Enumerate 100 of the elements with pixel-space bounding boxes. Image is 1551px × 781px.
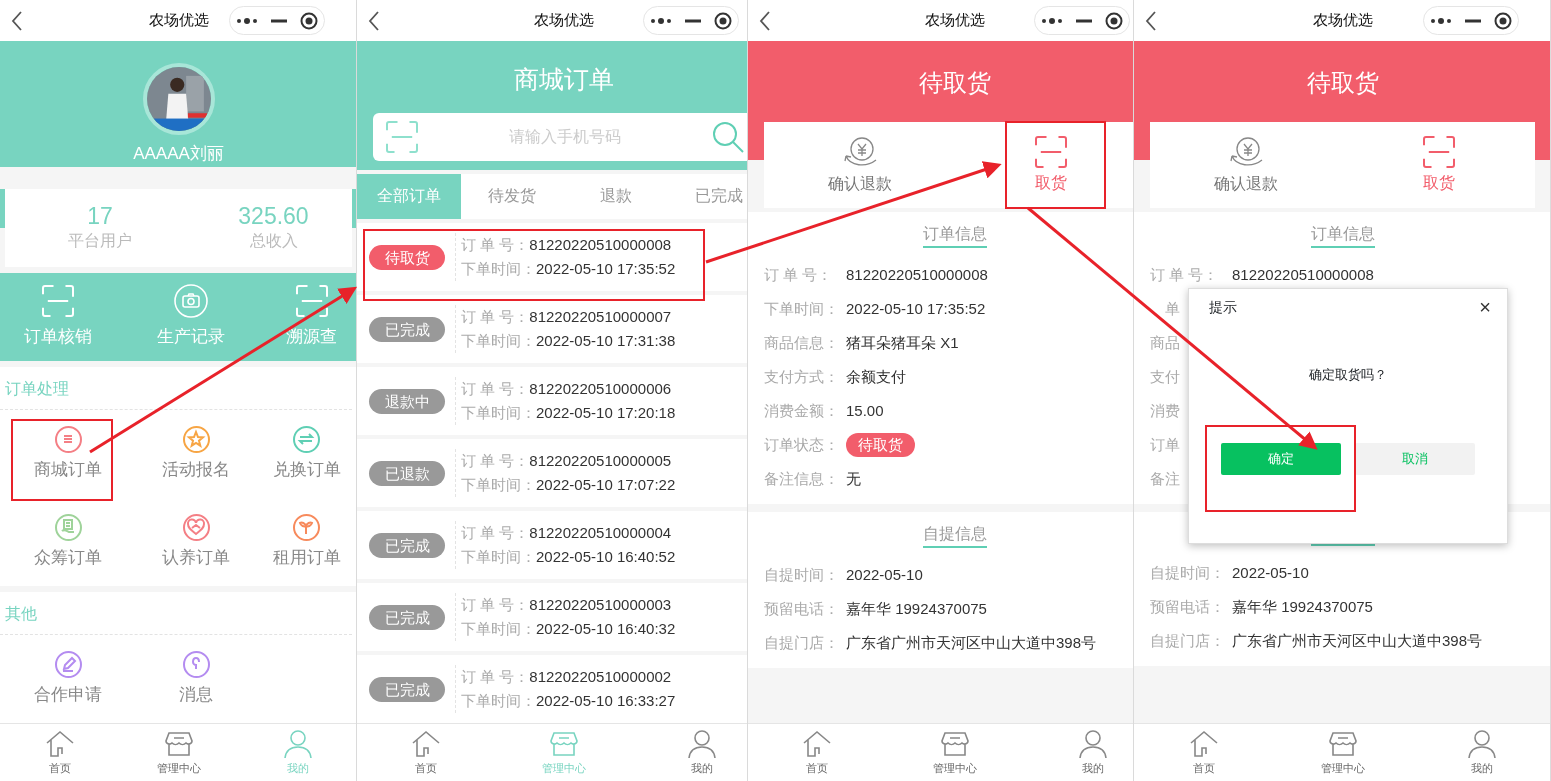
dialog-title: 提示	[1209, 297, 1237, 317]
field-value: 无	[846, 468, 861, 489]
order-number: 81220220510000005	[529, 452, 672, 469]
field-label: 自提门店：	[764, 632, 840, 653]
field-value: 15.00	[846, 400, 884, 421]
target-icon	[1104, 11, 1123, 30]
tab-bar-item[interactable]: 管理中心	[1273, 724, 1412, 781]
field-label: 支付	[1150, 366, 1181, 387]
tab-bar-item[interactable]: 我的	[633, 724, 747, 781]
field-label: 消费金额：	[764, 400, 840, 421]
action-button[interactable]: 确认退款	[1150, 122, 1343, 208]
field-label: 下单时间：	[461, 692, 536, 709]
action-button[interactable]: 取货	[1342, 122, 1535, 208]
status-badge: 待取货	[846, 433, 915, 457]
tab-bar-item[interactable]: 我的	[1412, 724, 1550, 781]
menu-item[interactable]: 合作申请	[0, 635, 136, 723]
field-value: 81220220510000008	[1232, 264, 1374, 285]
tab-bar-item[interactable]: 首页	[0, 724, 119, 781]
field-value: 余额支付	[846, 366, 906, 387]
menu-item[interactable]: 众筹订单	[0, 498, 136, 586]
menu-item[interactable]: 商城订单	[0, 410, 136, 498]
order-number: 81220220510000004	[529, 524, 672, 541]
order-time: 2022-05-10 17:31:38	[536, 332, 676, 349]
target-icon	[713, 11, 732, 30]
field-value: 2022-05-10 17:35:52	[846, 298, 986, 319]
field-value: 2022-05-10	[846, 564, 923, 585]
field-label: 自提时间：	[764, 564, 840, 585]
field-label: 商品信息：	[764, 332, 840, 353]
capsule-button[interactable]	[1423, 6, 1519, 35]
capsule-button[interactable]	[643, 6, 739, 35]
target-icon	[1493, 11, 1512, 30]
field-label: 下单时间：	[461, 620, 536, 637]
order-time: 2022-05-10 16:40:32	[536, 620, 676, 637]
back-icon[interactable]	[758, 9, 772, 32]
section-title: 订单处理	[0, 367, 352, 410]
order-time: 2022-05-10 16:40:52	[536, 548, 676, 565]
scan-icon	[41, 284, 75, 318]
section-title: 订单信息	[1310, 222, 1375, 248]
minimize-icon	[271, 18, 287, 23]
more-icon	[236, 16, 259, 25]
menu-item[interactable]: 消息	[136, 635, 256, 723]
field-label: 订 单 号：	[461, 596, 530, 613]
page-title: 待取货	[1305, 68, 1380, 98]
field-label: 下单时间：	[461, 260, 536, 277]
back-icon[interactable]	[367, 9, 381, 32]
field-label: 下单时间：	[461, 332, 536, 349]
home-icon	[1188, 728, 1219, 759]
minimize-icon	[1076, 18, 1092, 23]
person-icon	[1466, 728, 1497, 759]
menu-item[interactable]: 活动报名	[136, 410, 256, 498]
action-button[interactable]: 取货	[955, 122, 1133, 208]
field-label: 自提时间：	[1150, 562, 1226, 583]
close-button[interactable]: ×	[1475, 292, 1495, 322]
menu-item[interactable]: 认养订单	[136, 498, 256, 586]
target-icon	[299, 11, 318, 30]
section-title: 其他	[0, 592, 352, 635]
section-title: 订单信息	[923, 222, 987, 248]
field-label: 备注信息：	[764, 468, 840, 489]
field-label: 消费	[1150, 400, 1181, 421]
scan-icon	[294, 284, 329, 318]
window-title: 农场优选	[925, 10, 985, 31]
status-badge: 待取货	[369, 244, 445, 270]
tab-bar-item[interactable]: 首页	[357, 724, 495, 781]
tab-bar-item[interactable]: 管理中心	[119, 724, 238, 781]
field-label: 订单状态：	[764, 434, 840, 455]
tab-bar-item[interactable]: 首页	[1134, 724, 1273, 781]
back-icon[interactable]	[10, 9, 24, 32]
order-time: 2022-05-10 17:35:52	[536, 260, 676, 277]
order-time: 2022-05-10 17:20:18	[536, 404, 676, 421]
tab-bar-item[interactable]: 首页	[748, 724, 886, 781]
window-title: 农场优选	[148, 10, 209, 31]
home-icon	[411, 728, 441, 759]
stat-value: 325.60	[237, 202, 310, 229]
menu-item[interactable]: 兑换订单	[256, 410, 356, 498]
field-value: 2022-05-10	[1232, 562, 1309, 583]
field-label: 备注	[1150, 468, 1181, 489]
action-button[interactable]: 确认退款	[764, 122, 955, 208]
back-icon[interactable]	[1144, 9, 1158, 32]
order-time: 2022-05-10 17:07:22	[536, 476, 676, 493]
tab-bar-item[interactable]: 管理中心	[886, 724, 1024, 781]
scan-icon	[385, 120, 419, 154]
confirm-button[interactable]: 确定	[1221, 442, 1341, 475]
status-badge: 退款中	[369, 388, 445, 414]
tab-bar-item[interactable]: 我的	[1024, 724, 1133, 781]
field-label: 支付方式：	[764, 366, 840, 387]
menu-item[interactable]: 租用订单	[256, 498, 356, 586]
order-number: 81220220510000008	[529, 236, 672, 253]
cancel-button[interactable]: 取消	[1355, 442, 1475, 475]
capsule-button[interactable]	[229, 6, 325, 35]
person-icon	[282, 728, 313, 759]
stat-value: 17	[86, 202, 114, 229]
user-name: AAAAA刘丽	[132, 143, 225, 165]
field-label: 预留电话：	[764, 598, 840, 619]
capsule-button[interactable]	[1034, 6, 1130, 35]
window-title: 农场优选	[1312, 10, 1373, 31]
field-label: 订 单 号：	[764, 264, 834, 285]
stat-label: 平台用户	[67, 230, 133, 251]
stat-label: 总收入	[248, 230, 299, 251]
page-title: 待取货	[918, 68, 992, 98]
camera-icon	[174, 284, 208, 318]
